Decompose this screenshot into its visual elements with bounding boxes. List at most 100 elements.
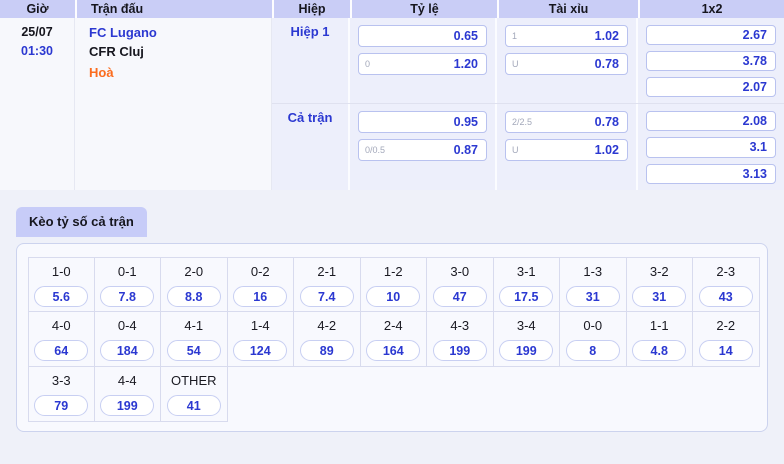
score-odds-button[interactable]: 7.8 bbox=[100, 286, 154, 307]
handicap-odds-button[interactable]: 0.95 bbox=[358, 111, 487, 133]
1x2-odds-button[interactable]: 2.08 bbox=[646, 111, 776, 131]
score-cell: 4-064 bbox=[28, 312, 95, 367]
odds-value: 3.1 bbox=[750, 140, 767, 154]
score-odds-button[interactable]: 17.5 bbox=[499, 286, 553, 307]
score-odds-button[interactable]: 4.8 bbox=[632, 340, 686, 361]
score-cell-empty bbox=[494, 367, 561, 422]
odds-value: 2.67 bbox=[743, 28, 767, 42]
score-cell: OTHER41 bbox=[161, 367, 228, 422]
handicap-odds-button[interactable]: 0 1.20 bbox=[358, 53, 487, 75]
score-odds-button[interactable]: 199 bbox=[433, 340, 487, 361]
score-odds-button[interactable]: 89 bbox=[300, 340, 354, 361]
score-odds-button[interactable]: 47 bbox=[433, 286, 487, 307]
score-label: 4-1 bbox=[184, 318, 203, 333]
score-grid-row: 3-3794-4199OTHER41 bbox=[28, 367, 760, 422]
period-label: Cả trận bbox=[272, 104, 350, 190]
odds-value: 0.65 bbox=[454, 29, 478, 43]
period-label: Hiệp 1 bbox=[272, 18, 350, 103]
score-odds-button[interactable]: 164 bbox=[366, 340, 420, 361]
tab-score-odds[interactable]: Kèo tỷ số cả trận bbox=[16, 207, 147, 237]
score-odds-button[interactable]: 10 bbox=[366, 286, 420, 307]
score-label: 0-0 bbox=[583, 318, 602, 333]
score-cell: 2-4164 bbox=[361, 312, 428, 367]
odds-value: 0.78 bbox=[595, 115, 619, 129]
score-odds-button[interactable]: 5.6 bbox=[34, 286, 88, 307]
1x2-odds-button[interactable]: 2.67 bbox=[646, 25, 776, 45]
score-odds-button[interactable]: 54 bbox=[167, 340, 221, 361]
score-odds-button[interactable]: 124 bbox=[233, 340, 287, 361]
score-cell: 3-4199 bbox=[494, 312, 561, 367]
overunder-odds-button[interactable]: U 1.02 bbox=[505, 139, 628, 161]
score-cell: 1-331 bbox=[560, 257, 627, 312]
score-cell: 0-08 bbox=[560, 312, 627, 367]
score-cell-empty bbox=[294, 367, 361, 422]
column-header-time: Giờ bbox=[0, 0, 75, 18]
odds-value: 1.02 bbox=[595, 143, 619, 157]
score-odds-button[interactable]: 43 bbox=[699, 286, 753, 307]
score-cell: 1-05.6 bbox=[28, 257, 95, 312]
score-label: 2-4 bbox=[384, 318, 403, 333]
score-odds-button[interactable]: 184 bbox=[100, 340, 154, 361]
score-odds-button[interactable]: 14 bbox=[699, 340, 753, 361]
score-odds-section: Kèo tỷ số cả trận 1-05.60-17.82-08.80-21… bbox=[0, 190, 784, 432]
score-label: 4-2 bbox=[317, 318, 336, 333]
odds-line-label: U bbox=[512, 145, 519, 155]
period-row-fulltime: Cả trận 0.95 0/0.5 0.87 2/2.5 0.78 bbox=[272, 104, 784, 190]
score-grid-row: 4-0640-41844-1541-41244-2892-41644-31993… bbox=[28, 312, 760, 367]
column-header-handicap: Tỷ lệ bbox=[350, 0, 497, 18]
match-row: 25/07 01:30 FC Lugano CFR Cluj Hoà Hiệp … bbox=[0, 18, 784, 190]
odds-value: 2.07 bbox=[743, 80, 767, 94]
score-label: 3-4 bbox=[517, 318, 536, 333]
overunder-odds-button[interactable]: U 0.78 bbox=[505, 53, 628, 75]
odds-area: Hiệp 1 0.65 0 1.20 1 1.02 bbox=[272, 18, 784, 190]
score-label: 1-0 bbox=[52, 264, 71, 279]
score-label: 4-4 bbox=[118, 373, 137, 388]
1x2-odds-column: 2.67 3.78 2.07 bbox=[638, 18, 784, 103]
score-label: 3-3 bbox=[52, 373, 71, 388]
score-cell: 4-154 bbox=[161, 312, 228, 367]
score-cell: 0-17.8 bbox=[95, 257, 162, 312]
column-header-1x2: 1x2 bbox=[638, 0, 784, 18]
odds-value: 3.13 bbox=[743, 167, 767, 181]
handicap-odds-button[interactable]: 0.65 bbox=[358, 25, 487, 47]
score-grid-row: 1-05.60-17.82-08.80-2162-17.41-2103-0473… bbox=[28, 257, 760, 312]
score-cell: 3-231 bbox=[627, 257, 694, 312]
score-odds-button[interactable]: 79 bbox=[34, 395, 88, 416]
score-label: 2-1 bbox=[317, 264, 336, 279]
1x2-odds-button[interactable]: 3.1 bbox=[646, 137, 776, 157]
home-team-link[interactable]: FC Lugano bbox=[89, 25, 271, 40]
1x2-odds-button[interactable]: 3.13 bbox=[646, 164, 776, 184]
score-odds-panel: 1-05.60-17.82-08.80-2162-17.41-2103-0473… bbox=[16, 243, 768, 432]
score-cell: 1-210 bbox=[361, 257, 428, 312]
odds-line-label: 1 bbox=[512, 31, 517, 41]
score-odds-button[interactable]: 16 bbox=[233, 286, 287, 307]
score-odds-button[interactable]: 199 bbox=[499, 340, 553, 361]
score-odds-button[interactable]: 8.8 bbox=[167, 286, 221, 307]
odds-line-label: 2/2.5 bbox=[512, 117, 532, 127]
1x2-odds-button[interactable]: 2.07 bbox=[646, 77, 776, 97]
score-odds-button[interactable]: 31 bbox=[566, 286, 620, 307]
score-odds-button[interactable]: 8 bbox=[566, 340, 620, 361]
score-label: 1-3 bbox=[583, 264, 602, 279]
handicap-odds-button[interactable]: 0/0.5 0.87 bbox=[358, 139, 487, 161]
column-header-period: Hiệp bbox=[272, 0, 350, 18]
overunder-odds-button[interactable]: 1 1.02 bbox=[505, 25, 628, 47]
1x2-odds-button[interactable]: 3.78 bbox=[646, 51, 776, 71]
overunder-odds-button[interactable]: 2/2.5 0.78 bbox=[505, 111, 628, 133]
score-cell: 2-17.4 bbox=[294, 257, 361, 312]
score-cell-empty bbox=[427, 367, 494, 422]
period-row-half1: Hiệp 1 0.65 0 1.20 1 1.02 bbox=[272, 18, 784, 104]
odds-line-label: 0/0.5 bbox=[365, 145, 385, 155]
score-cell: 3-379 bbox=[28, 367, 95, 422]
score-label: 2-2 bbox=[716, 318, 735, 333]
score-odds-button[interactable]: 31 bbox=[632, 286, 686, 307]
score-odds-button[interactable]: 7.4 bbox=[300, 286, 354, 307]
score-cell-empty bbox=[361, 367, 428, 422]
score-label: 1-1 bbox=[650, 318, 669, 333]
score-cell-empty bbox=[693, 367, 760, 422]
score-grid: 1-05.60-17.82-08.80-2162-17.41-2103-0473… bbox=[28, 257, 760, 422]
score-odds-button[interactable]: 199 bbox=[100, 395, 154, 416]
score-odds-button[interactable]: 64 bbox=[34, 340, 88, 361]
score-odds-button[interactable]: 41 bbox=[167, 395, 221, 416]
match-date: 25/07 bbox=[0, 25, 74, 39]
